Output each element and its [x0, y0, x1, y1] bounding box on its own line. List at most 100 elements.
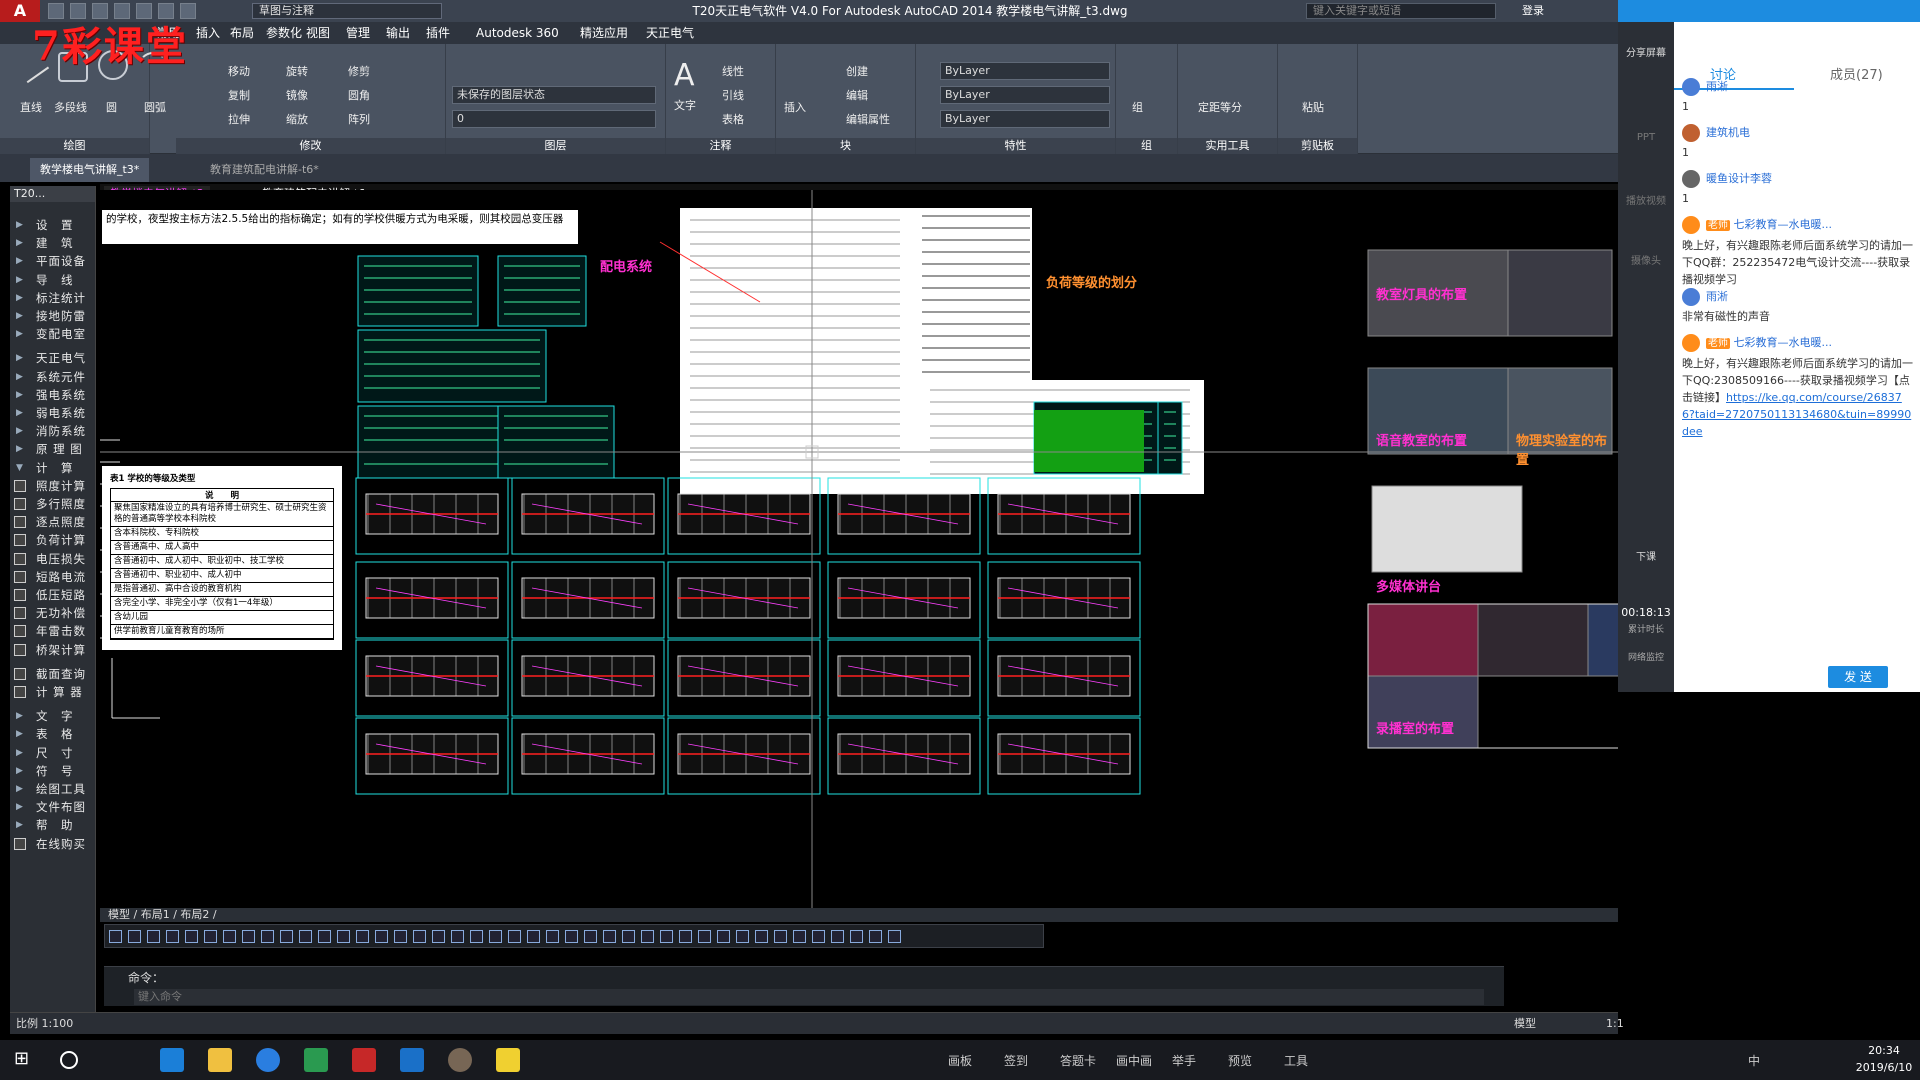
tool-icon[interactable]: [717, 930, 730, 943]
palette-item[interactable]: 电压损失: [10, 550, 96, 568]
model-space-button[interactable]: 模型: [1514, 1013, 1536, 1035]
classroom-tool-button[interactable]: 画板: [948, 1052, 972, 1069]
palette-item[interactable]: 无功补偿: [10, 604, 96, 622]
tool-icon[interactable]: [109, 930, 122, 943]
doc-tab-active[interactable]: 教学楼电气讲解_t3*: [30, 158, 150, 182]
tool-icon[interactable]: [641, 930, 654, 943]
send-button[interactable]: 发 送: [1828, 666, 1888, 688]
tool-icon[interactable]: [793, 930, 806, 943]
avatar[interactable]: [1682, 216, 1700, 234]
ribbon-tab[interactable]: 插入: [190, 22, 226, 44]
create-block-button[interactable]: 创建: [846, 64, 868, 80]
line-button[interactable]: 直线: [20, 100, 42, 116]
paste-button[interactable]: 粘贴: [1302, 100, 1324, 116]
ime-indicator[interactable]: 中: [1748, 1052, 1760, 1069]
palette-item[interactable]: ▶ 设 置: [10, 216, 96, 234]
palette-item[interactable]: 逐点照度: [10, 513, 96, 531]
palette-item[interactable]: ▶ 表 格: [10, 725, 96, 743]
mirror-button[interactable]: 镜像: [286, 88, 308, 104]
tool-icon[interactable]: [850, 930, 863, 943]
ribbon-tab[interactable]: 管理: [340, 22, 376, 44]
color-dropdown[interactable]: ByLayer: [940, 62, 1110, 80]
tool-icon[interactable]: [394, 930, 407, 943]
palette-item[interactable]: ▶ 尺 寸: [10, 744, 96, 762]
autocad-icon[interactable]: [352, 1048, 376, 1072]
avatar[interactable]: [1682, 124, 1700, 142]
palette-item[interactable]: ▶ 文件布图: [10, 798, 96, 816]
annotation-scale[interactable]: 1:1: [1606, 1013, 1624, 1035]
tool-icon[interactable]: [413, 930, 426, 943]
doc-tab[interactable]: 教育建筑配电讲解-t6*: [200, 158, 329, 182]
palette-item[interactable]: ▶ 原 理 图: [10, 440, 96, 458]
ppt-button[interactable]: PPT: [1618, 132, 1674, 143]
avatar[interactable]: [1682, 288, 1700, 306]
rotate-button[interactable]: 旋转: [286, 64, 308, 80]
palette-item[interactable]: ▶ 建 筑: [10, 234, 96, 252]
tool-icon[interactable]: [679, 930, 692, 943]
panel-title-layers[interactable]: 图层: [446, 138, 665, 154]
lineweight-dropdown[interactable]: ByLayer: [940, 110, 1110, 128]
message-sender[interactable]: 老师 七彩教育—水电暖...: [1706, 216, 1914, 234]
polyline-button[interactable]: 多段线: [54, 100, 87, 116]
palette-item[interactable]: 年雷击数: [10, 622, 96, 640]
ribbon-tab[interactable]: 输出: [380, 22, 416, 44]
panel-title-clipboard[interactable]: 剪贴板: [1278, 138, 1357, 154]
palette-item[interactable]: ▶ 符 号: [10, 762, 96, 780]
palette-item[interactable]: ▶ 平面设备: [10, 252, 96, 270]
text-button[interactable]: 文字: [674, 98, 696, 114]
login-button[interactable]: 登录: [1522, 0, 1544, 22]
tool-icon[interactable]: [242, 930, 255, 943]
tool-icon[interactable]: [736, 930, 749, 943]
palette-item[interactable]: ▶ 帮 助: [10, 816, 96, 834]
tool-icon[interactable]: [584, 930, 597, 943]
tool-icon[interactable]: [337, 930, 350, 943]
avatar[interactable]: [1682, 170, 1700, 188]
palette-item[interactable]: ▶ 天正电气: [10, 349, 96, 367]
palette-item[interactable]: ▶ 消防系统: [10, 422, 96, 440]
circle-button[interactable]: 圆: [106, 100, 117, 116]
palette-item[interactable]: 截面查询: [10, 665, 96, 683]
copy-button[interactable]: 复制: [228, 88, 250, 104]
linetype-dropdown[interactable]: ByLayer: [940, 86, 1110, 104]
tool-icon[interactable]: [869, 930, 882, 943]
avatar-app-icon[interactable]: [448, 1048, 472, 1072]
camera-button[interactable]: 摄像头: [1618, 252, 1674, 267]
classroom-tool-button[interactable]: 工具: [1284, 1052, 1308, 1069]
tool-icon[interactable]: [888, 930, 901, 943]
table-button[interactable]: 表格: [722, 112, 744, 128]
panel-title-modify[interactable]: 修改: [176, 138, 445, 154]
tool-icon[interactable]: [280, 930, 293, 943]
move-button[interactable]: 移动: [228, 64, 250, 80]
command-input[interactable]: 键入命令: [134, 989, 1484, 1005]
tool-icon[interactable]: [698, 930, 711, 943]
layout-tabs[interactable]: 模型 / 布局1 / 布局2 /: [100, 908, 1618, 922]
palette-item[interactable]: ▶ 接地防雷: [10, 307, 96, 325]
insert-block-button[interactable]: 插入: [784, 100, 806, 116]
leader-button[interactable]: 引线: [722, 88, 744, 104]
palette-item[interactable]: ▶ 系统元件: [10, 368, 96, 386]
workspace-dropdown[interactable]: 草图与注释: [252, 3, 442, 19]
ribbon-tab[interactable]: 布局: [224, 22, 260, 44]
palette-item[interactable]: ▶ 文 字: [10, 707, 96, 725]
edit-attributes-button[interactable]: 编辑属性: [846, 112, 890, 128]
stretch-button[interactable]: 拉伸: [228, 112, 250, 128]
tool-icon[interactable]: [527, 930, 540, 943]
current-layer-dropdown[interactable]: 0: [452, 110, 656, 128]
scale-button[interactable]: 缩放: [286, 112, 308, 128]
tool-icon[interactable]: [185, 930, 198, 943]
network-monitor[interactable]: 网络监控: [1618, 650, 1674, 663]
palette-item[interactable]: ▶ 绘图工具: [10, 780, 96, 798]
measure-button[interactable]: 定距等分: [1198, 100, 1242, 116]
search-icon[interactable]: [60, 1051, 78, 1069]
avatar[interactable]: [1682, 78, 1700, 96]
notes-icon[interactable]: [496, 1048, 520, 1072]
tool-icon[interactable]: [375, 930, 388, 943]
message-sender[interactable]: 老师 七彩教育—水电暖...: [1706, 334, 1914, 352]
palette-item[interactable]: ▶ 弱电系统: [10, 404, 96, 422]
trim-button[interactable]: 修剪: [348, 64, 370, 80]
panel-title-block[interactable]: 块: [776, 138, 915, 154]
tool-icon[interactable]: [356, 930, 369, 943]
ribbon-tab[interactable]: Autodesk 360: [470, 22, 565, 44]
group-button[interactable]: 组: [1132, 100, 1143, 116]
layer-state-dropdown[interactable]: 未保存的图层状态: [452, 86, 656, 104]
